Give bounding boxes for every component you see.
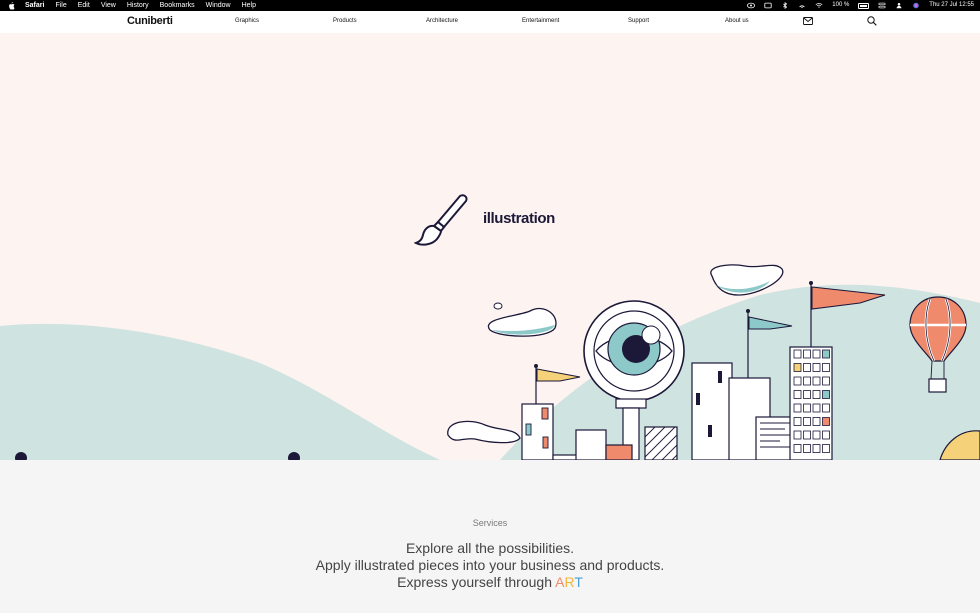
tower-window <box>822 390 830 399</box>
hero-section: illustration <box>0 33 980 460</box>
tower-window <box>793 444 802 453</box>
menu-file[interactable]: File <box>55 0 66 11</box>
site-navbar: Cuniberti Graphics Products Architecture… <box>0 11 980 33</box>
mail-icon[interactable] <box>803 17 813 25</box>
creative-cloud-icon[interactable] <box>747 2 756 9</box>
menu-bookmarks[interactable]: Bookmarks <box>160 0 195 11</box>
nav-link-support[interactable]: Support <box>628 18 649 24</box>
tower-window <box>812 376 821 386</box>
menu-help[interactable]: Help <box>242 0 256 11</box>
screen-mirror-icon[interactable] <box>764 2 772 9</box>
tower-window <box>793 349 802 359</box>
tower-window <box>793 363 802 372</box>
tower-window <box>803 390 811 399</box>
tower-window <box>793 376 802 386</box>
tower-window <box>812 403 821 413</box>
menu-edit[interactable]: Edit <box>78 0 90 11</box>
services-line-1: Explore all the possibilities. <box>405 540 575 556</box>
services-line-3: Express yourself through ART <box>0 574 980 590</box>
battery-percent: 100 % <box>832 2 850 8</box>
menu-view[interactable]: View <box>101 0 116 11</box>
tower-window <box>812 349 821 359</box>
tower-window <box>822 376 830 386</box>
tower-window <box>793 390 802 399</box>
site-logo[interactable]: Cuniberti <box>127 15 173 27</box>
tower-window <box>812 363 821 372</box>
apple-icon[interactable] <box>8 1 15 10</box>
tower-window <box>803 403 811 413</box>
bluetooth-icon[interactable] <box>781 2 789 9</box>
paintbrush-icon <box>414 194 468 246</box>
tower-window <box>812 444 821 453</box>
nav-link-about-us[interactable]: About us <box>725 18 749 24</box>
airdrop-icon[interactable] <box>798 2 806 9</box>
tower-window <box>803 417 811 426</box>
tower-window <box>793 417 802 426</box>
nav-link-products[interactable]: Products <box>333 18 357 24</box>
menu-window[interactable]: Window <box>206 0 231 11</box>
nav-link-architecture[interactable]: Architecture <box>426 18 458 24</box>
tower-window <box>803 430 811 440</box>
tower-window <box>793 430 802 440</box>
nav-link-graphics[interactable]: Graphics <box>235 18 259 24</box>
tower-window <box>803 349 811 359</box>
search-icon[interactable] <box>867 16 877 26</box>
battery-icon[interactable] <box>858 2 870 9</box>
hero-title: illustration <box>483 210 555 227</box>
tower-window <box>822 349 830 359</box>
services-section: Services Explore all the possibilities. … <box>0 460 980 613</box>
menu-app-safari[interactable]: Safari <box>25 0 44 11</box>
tower-window <box>803 376 811 386</box>
art-letter-t: T <box>574 574 583 590</box>
wifi-icon[interactable] <box>815 2 823 9</box>
tower-window <box>812 417 821 426</box>
tower-window <box>822 417 830 426</box>
control-center-icon[interactable] <box>878 2 886 9</box>
user-icon[interactable] <box>895 2 903 9</box>
tower-window <box>822 444 830 453</box>
system-menu-bar: Safari File Edit View History Bookmarks … <box>0 0 980 11</box>
city-illustration <box>0 264 980 460</box>
services-line-2: Apply illustrated pieces into your busin… <box>315 557 665 573</box>
tower-window <box>822 430 830 440</box>
nav-link-entertainment[interactable]: Entertainment <box>522 18 559 24</box>
menu-history[interactable]: History <box>127 0 149 11</box>
tower-window <box>803 444 811 453</box>
tower-window <box>812 390 821 399</box>
art-letter-r: R <box>564 574 575 590</box>
tower-window <box>822 403 830 413</box>
tower-window <box>812 430 821 440</box>
tower-window <box>803 363 811 372</box>
siri-icon[interactable] <box>912 2 920 9</box>
clock[interactable]: Thu 27 Jul 12:55 <box>929 0 974 11</box>
services-label: Services <box>472 518 508 528</box>
tower-window <box>822 363 830 372</box>
tower-window <box>793 403 802 413</box>
services-line-3-text: Express yourself through <box>397 574 556 590</box>
